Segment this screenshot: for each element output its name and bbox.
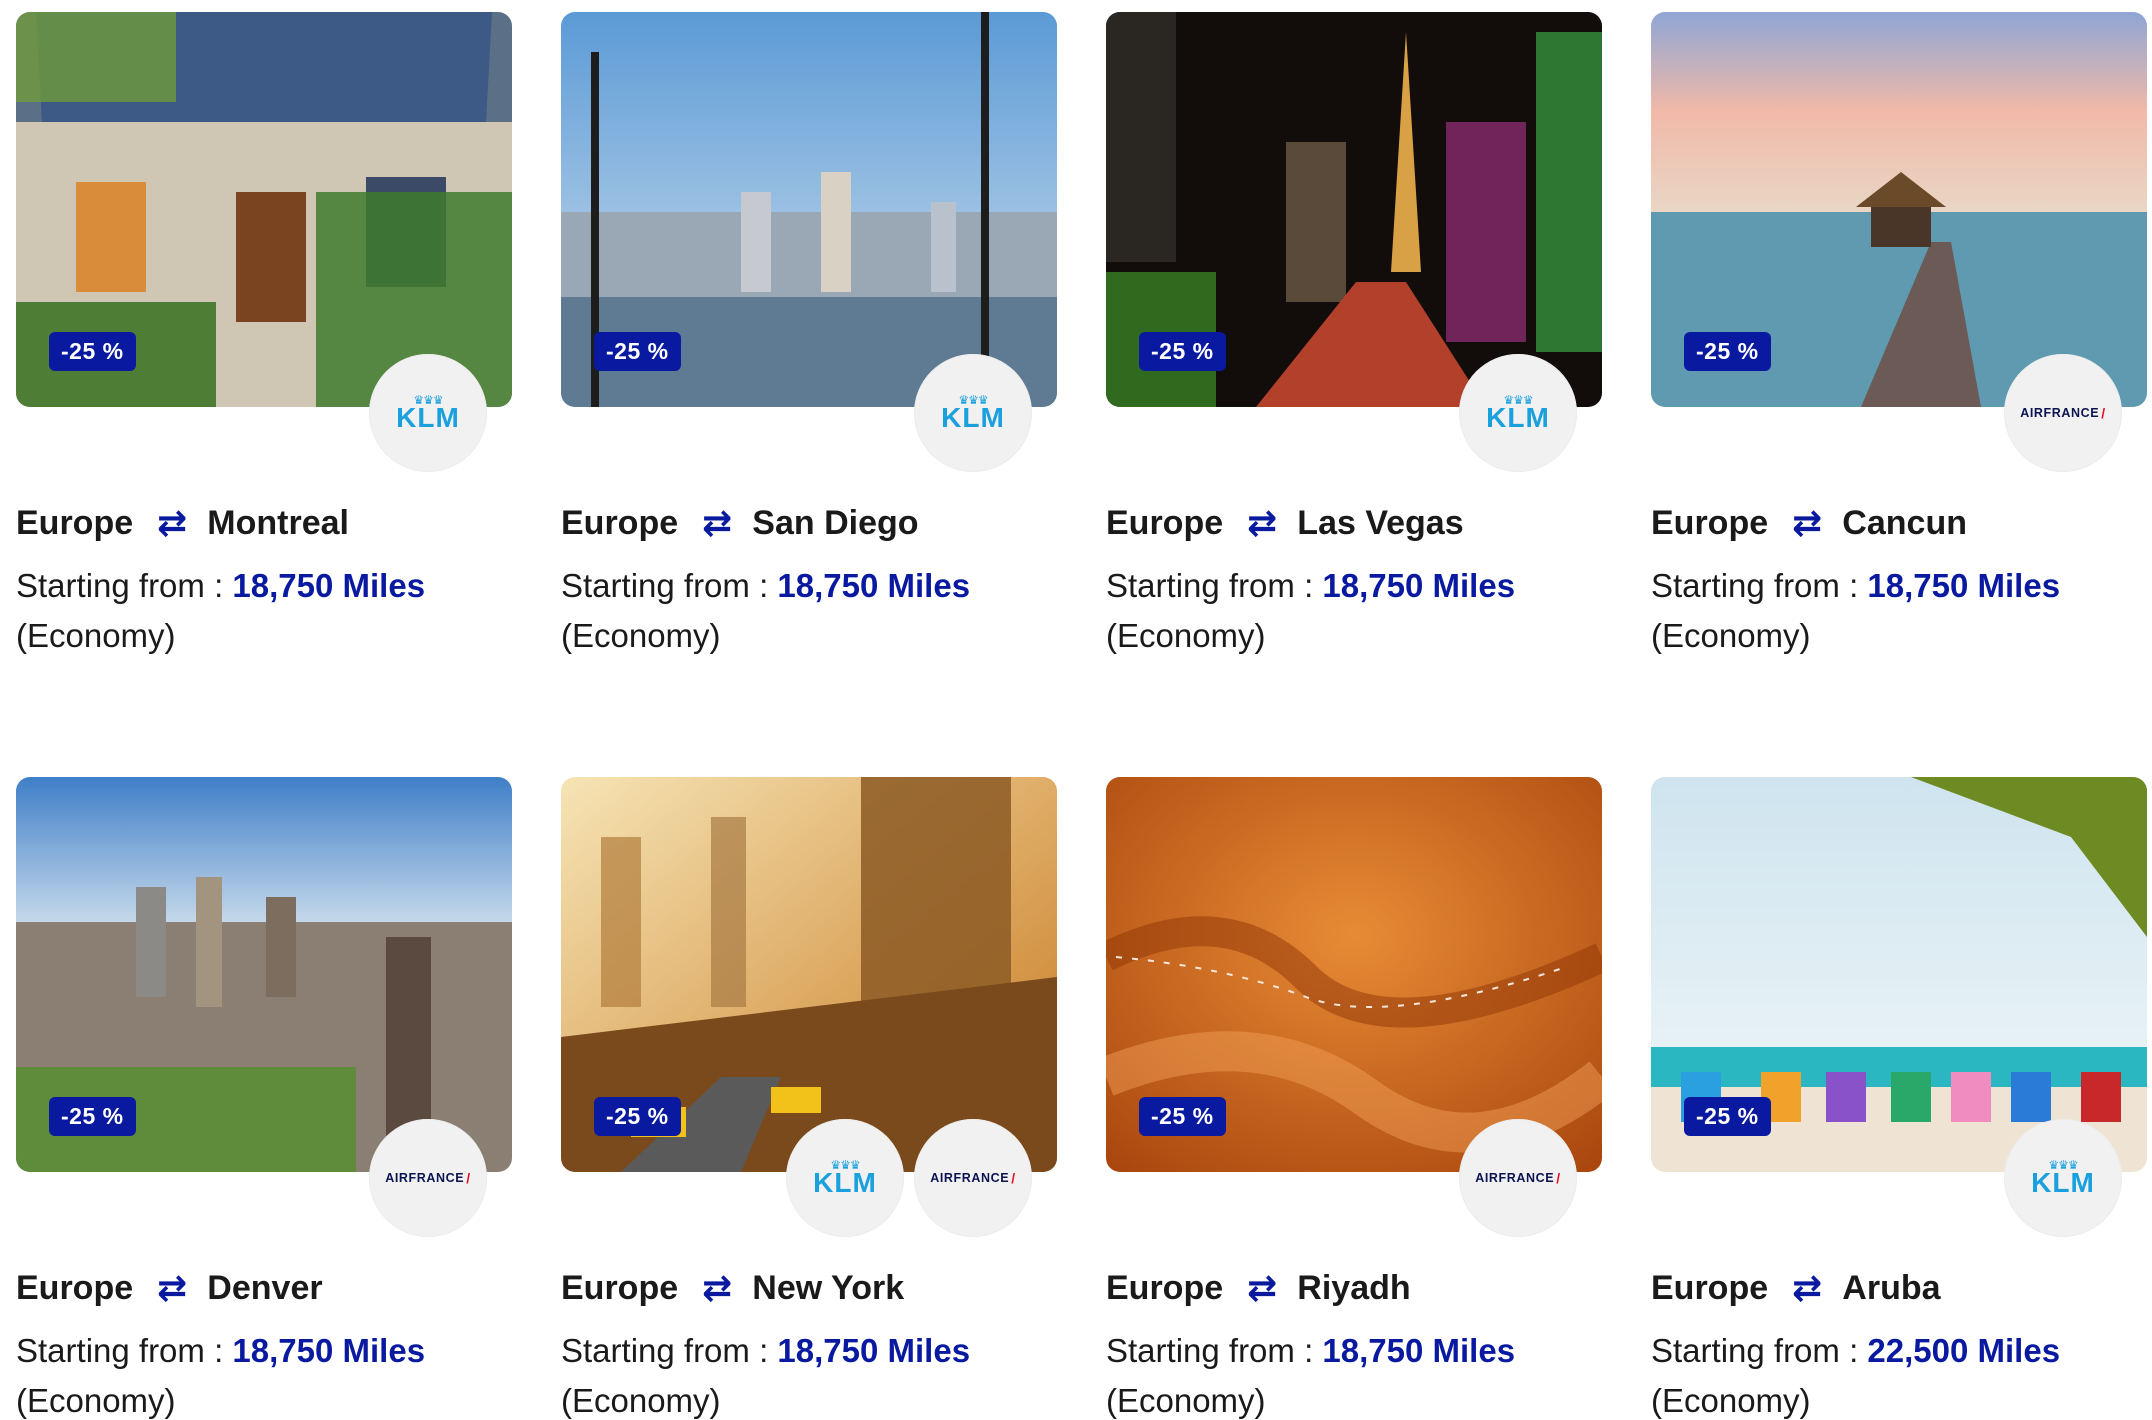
miles-value: 18,750 Miles — [232, 567, 426, 604]
cabin-label: (Economy) — [1106, 1382, 1266, 1419]
origin-label: Europe — [1106, 1268, 1224, 1307]
cabin-label: (Economy) — [16, 617, 176, 654]
round-trip-arrows-icon: ⇄ — [157, 502, 188, 543]
route: Europe ⇄ Riyadh — [1106, 1267, 1411, 1309]
starting-from-label: Starting from : — [561, 567, 778, 604]
klm-logo: ♛♛♛ KLM — [2004, 1119, 2122, 1237]
round-trip-arrows-icon: ⇄ — [157, 1267, 188, 1308]
offer-card-riyadh[interactable]: -25 % AIRFRANCE / Europe ⇄ Riyadh Startin… — [1106, 777, 1602, 1419]
cabin-label: (Economy) — [1106, 617, 1266, 654]
discount-badge: -25 % — [1139, 1097, 1226, 1136]
price-line: Starting from : 18,750 Miles — [561, 1332, 970, 1370]
destination-label: Las Vegas — [1297, 503, 1464, 542]
destination-label: Cancun — [1842, 503, 1967, 542]
cabin-label: (Economy) — [561, 617, 721, 654]
discount-badge: -25 % — [49, 332, 136, 371]
route: Europe ⇄ New York — [561, 1267, 904, 1309]
discount-badge: -25 % — [1139, 332, 1226, 371]
route: Europe ⇄ Aruba — [1651, 1267, 1941, 1309]
price-line: Starting from : 18,750 Miles — [1106, 1332, 1515, 1370]
price-line: Starting from : 18,750 Miles — [1106, 567, 1515, 605]
miles-value: 22,500 Miles — [1867, 1332, 2061, 1369]
cabin-label: (Economy) — [561, 1382, 721, 1419]
destination-label: San Diego — [752, 503, 919, 542]
price-line: Starting from : 22,500 Miles — [1651, 1332, 2060, 1370]
starting-from-label: Starting from : — [1106, 1332, 1323, 1369]
origin-label: Europe — [561, 1268, 679, 1307]
round-trip-arrows-icon: ⇄ — [1247, 502, 1278, 543]
origin-label: Europe — [16, 503, 134, 542]
starting-from-label: Starting from : — [1651, 1332, 1868, 1369]
discount-badge: -25 % — [594, 1097, 681, 1136]
offer-card-aruba[interactable]: -25 % ♛♛♛ KLM Europe ⇄ Aruba Starting fro… — [1651, 777, 2147, 1419]
offer-card-denver[interactable]: -25 % AIRFRANCE / Europe ⇄ Denver Startin… — [16, 777, 512, 1419]
offer-card-new-york[interactable]: -25 % ♛♛♛ KLM AIRFRANCE / Europe ⇄ New Yor… — [561, 777, 1057, 1419]
klm-logo: ♛♛♛ KLM — [786, 1119, 904, 1237]
offer-card-las-vegas[interactable]: -25 % ♛♛♛ KLM Europe ⇄ Las Vegas Starting… — [1106, 12, 1602, 654]
discount-badge: -25 % — [1684, 332, 1771, 371]
round-trip-arrows-icon: ⇄ — [1247, 1267, 1278, 1308]
airfrance-logo: AIRFRANCE / — [369, 1119, 487, 1237]
airfrance-logo: AIRFRANCE / — [1459, 1119, 1577, 1237]
destination-label: Riyadh — [1297, 1268, 1411, 1307]
airfrance-logo: AIRFRANCE / — [2004, 354, 2122, 472]
price-line: Starting from : 18,750 Miles — [561, 567, 970, 605]
offer-card-montreal[interactable]: -25 % ♛♛♛ KLM Europe ⇄ Montreal Starting … — [16, 12, 512, 654]
price-line: Starting from : 18,750 Miles — [1651, 567, 2060, 605]
origin-label: Europe — [1651, 503, 1769, 542]
discount-badge: -25 % — [49, 1097, 136, 1136]
origin-label: Europe — [16, 1268, 134, 1307]
offer-card-cancun[interactable]: -25 % AIRFRANCE / Europe ⇄ Cancun Startin… — [1651, 12, 2147, 654]
miles-value: 18,750 Miles — [777, 567, 971, 604]
destination-label: New York — [752, 1268, 905, 1307]
offer-card-san-diego[interactable]: -25 % ♛♛♛ KLM Europe ⇄ San Diego Starting… — [561, 12, 1057, 654]
route: Europe ⇄ Denver — [16, 1267, 323, 1309]
price-line: Starting from : 18,750 Miles — [16, 567, 425, 605]
miles-value: 18,750 Miles — [1322, 567, 1516, 604]
cabin-label: (Economy) — [1651, 1382, 1811, 1419]
round-trip-arrows-icon: ⇄ — [1792, 1267, 1823, 1308]
origin-label: Europe — [1106, 503, 1224, 542]
offers-grid: -25 % ♛♛♛ KLM Europe ⇄ Montreal Starting … — [0, 0, 2152, 1419]
cabin-label: (Economy) — [16, 1382, 176, 1419]
miles-value: 18,750 Miles — [777, 1332, 971, 1369]
klm-logo: ♛♛♛ KLM — [369, 354, 487, 472]
discount-badge: -25 % — [594, 332, 681, 371]
starting-from-label: Starting from : — [16, 567, 233, 604]
origin-label: Europe — [561, 503, 679, 542]
route: Europe ⇄ Cancun — [1651, 502, 1967, 544]
route: Europe ⇄ Las Vegas — [1106, 502, 1464, 544]
miles-value: 18,750 Miles — [1322, 1332, 1516, 1369]
miles-value: 18,750 Miles — [232, 1332, 426, 1369]
klm-logo: ♛♛♛ KLM — [914, 354, 1032, 472]
destination-label: Montreal — [207, 503, 349, 542]
destination-label: Denver — [207, 1268, 323, 1307]
price-line: Starting from : 18,750 Miles — [16, 1332, 425, 1370]
starting-from-label: Starting from : — [561, 1332, 778, 1369]
starting-from-label: Starting from : — [1106, 567, 1323, 604]
route: Europe ⇄ Montreal — [16, 502, 349, 544]
airfrance-logo: AIRFRANCE / — [914, 1119, 1032, 1237]
miles-value: 18,750 Miles — [1867, 567, 2061, 604]
origin-label: Europe — [1651, 1268, 1769, 1307]
destination-label: Aruba — [1842, 1268, 1941, 1307]
round-trip-arrows-icon: ⇄ — [702, 1267, 733, 1308]
cabin-label: (Economy) — [1651, 617, 1811, 654]
klm-logo: ♛♛♛ KLM — [1459, 354, 1577, 472]
route: Europe ⇄ San Diego — [561, 502, 919, 544]
round-trip-arrows-icon: ⇄ — [702, 502, 733, 543]
starting-from-label: Starting from : — [1651, 567, 1868, 604]
round-trip-arrows-icon: ⇄ — [1792, 502, 1823, 543]
discount-badge: -25 % — [1684, 1097, 1771, 1136]
starting-from-label: Starting from : — [16, 1332, 233, 1369]
